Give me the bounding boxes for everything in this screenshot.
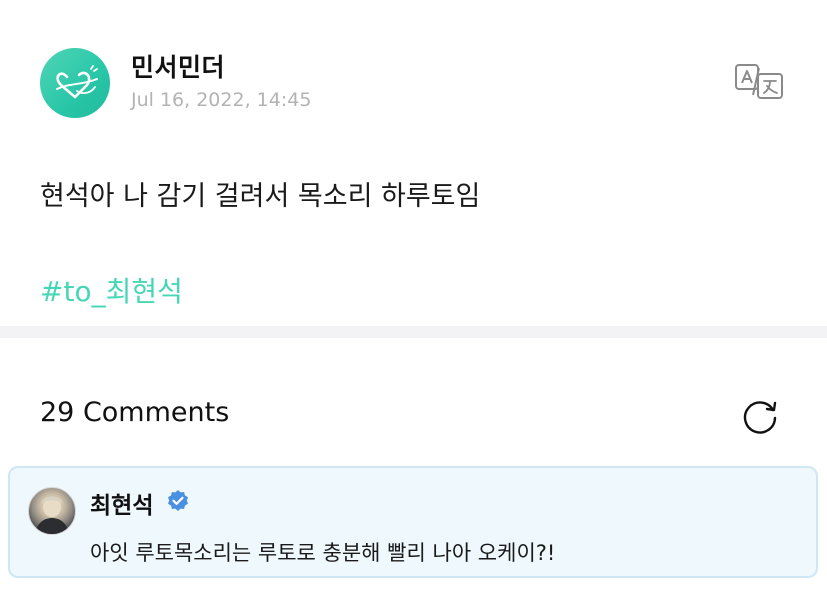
heart-doodle-icon (56, 65, 98, 99)
post-date: Jul 16, 2022, 14:45 (131, 89, 312, 111)
section-divider (0, 326, 827, 338)
translate-button[interactable] (734, 62, 786, 100)
refresh-comments-button[interactable] (740, 396, 780, 436)
profile-photo-icon (35, 496, 69, 534)
post-hashtag-link[interactable]: #to_최현석 (40, 270, 183, 310)
post-card: 민서민더 Jul 16, 2022, 14:45 현석아 나 감기 걸려서 목소… (0, 0, 827, 326)
verified-badge-icon (166, 489, 190, 513)
comments-count: 29 Comments (40, 397, 230, 428)
commenter-avatar[interactable] (28, 487, 76, 535)
author-name[interactable]: 민서민더 (131, 48, 225, 84)
author-avatar[interactable] (40, 48, 110, 118)
pinned-comment: 최현석 아잇 루토목소리는 루토로 충분해 빨리 나아 오케이?! (8, 466, 818, 578)
translate-icon (735, 64, 783, 99)
commenter-name[interactable]: 최현석 (90, 486, 153, 520)
refresh-icon (743, 401, 777, 434)
comment-text: 아잇 루토목소리는 루토로 충분해 빨리 나아 오케이?! (90, 541, 556, 565)
post-body: 현석아 나 감기 걸려서 목소리 하루토임 (40, 181, 481, 212)
